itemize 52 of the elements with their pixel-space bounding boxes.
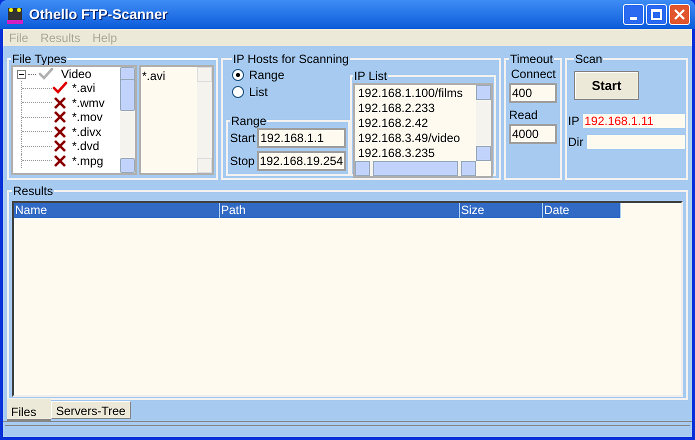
minimize-button[interactable] [623,4,644,25]
group-title: IP List [353,68,388,85]
field-label: Stop [230,153,255,170]
input-field[interactable]: 400 [509,83,557,103]
radio-label[interactable]: List [249,83,268,101]
group-title: File Types [11,51,68,68]
list-item[interactable]: 192.168.2.233 [358,101,476,116]
maximize-button[interactable] [646,4,667,25]
column-header[interactable]: Name [14,203,220,218]
window-title: Othello FTP-Scanner [29,5,168,24]
field-label: Read [509,107,539,124]
cross-icon[interactable] [52,94,68,111]
close-button[interactable] [669,4,690,25]
group-title: IP Hosts for Scanning [232,51,350,68]
scrollbar[interactable] [476,85,491,161]
scrollbar[interactable] [355,161,476,176]
column-header[interactable]: Date [543,203,621,218]
field-label: Connect [511,66,557,83]
close-icon [674,9,685,20]
field-label: Start [230,130,256,147]
scrollbar[interactable] [120,67,135,173]
radio-label[interactable]: Range [249,66,284,84]
list-item[interactable]: 192.168.2.42 [358,116,476,131]
field-label: IP [568,113,580,130]
tab[interactable]: Servers-Tree [51,401,131,419]
check-icon[interactable] [52,80,68,96]
cross-icon[interactable] [52,109,68,126]
ip-field: 192.168.1.11 [583,114,685,128]
column-header[interactable]: Path [220,203,460,218]
radio-button[interactable] [232,69,244,81]
group-title: Timeout [509,51,554,68]
expand-toggle[interactable] [17,70,26,78]
radio-button[interactable] [232,86,244,98]
group-title: Results [12,183,54,200]
input-field[interactable]: 192.168.1.1 [257,128,346,148]
list-item[interactable]: 192.168.1.100/films [358,86,476,101]
list-item[interactable]: 192.168.3.235 [358,146,476,161]
input-field[interactable]: 192.168.19.254 [256,151,346,171]
tab[interactable]: Files [7,399,51,421]
cross-icon[interactable] [52,138,68,154]
check-icon[interactable] [38,67,54,82]
scrollbar[interactable] [197,67,212,173]
list-item[interactable]: 192.168.3.49/video [358,131,476,146]
cross-icon[interactable] [52,152,68,169]
group-title: Range [230,113,268,130]
cross-icon[interactable] [52,124,68,140]
field-label: Dir [568,134,584,151]
input-field[interactable]: 4000 [509,124,557,144]
start-button[interactable]: Start [574,71,639,100]
list-item[interactable]: *.avi [142,67,197,85]
column-header[interactable]: Size [460,203,543,218]
group-title: Scan [574,51,604,68]
